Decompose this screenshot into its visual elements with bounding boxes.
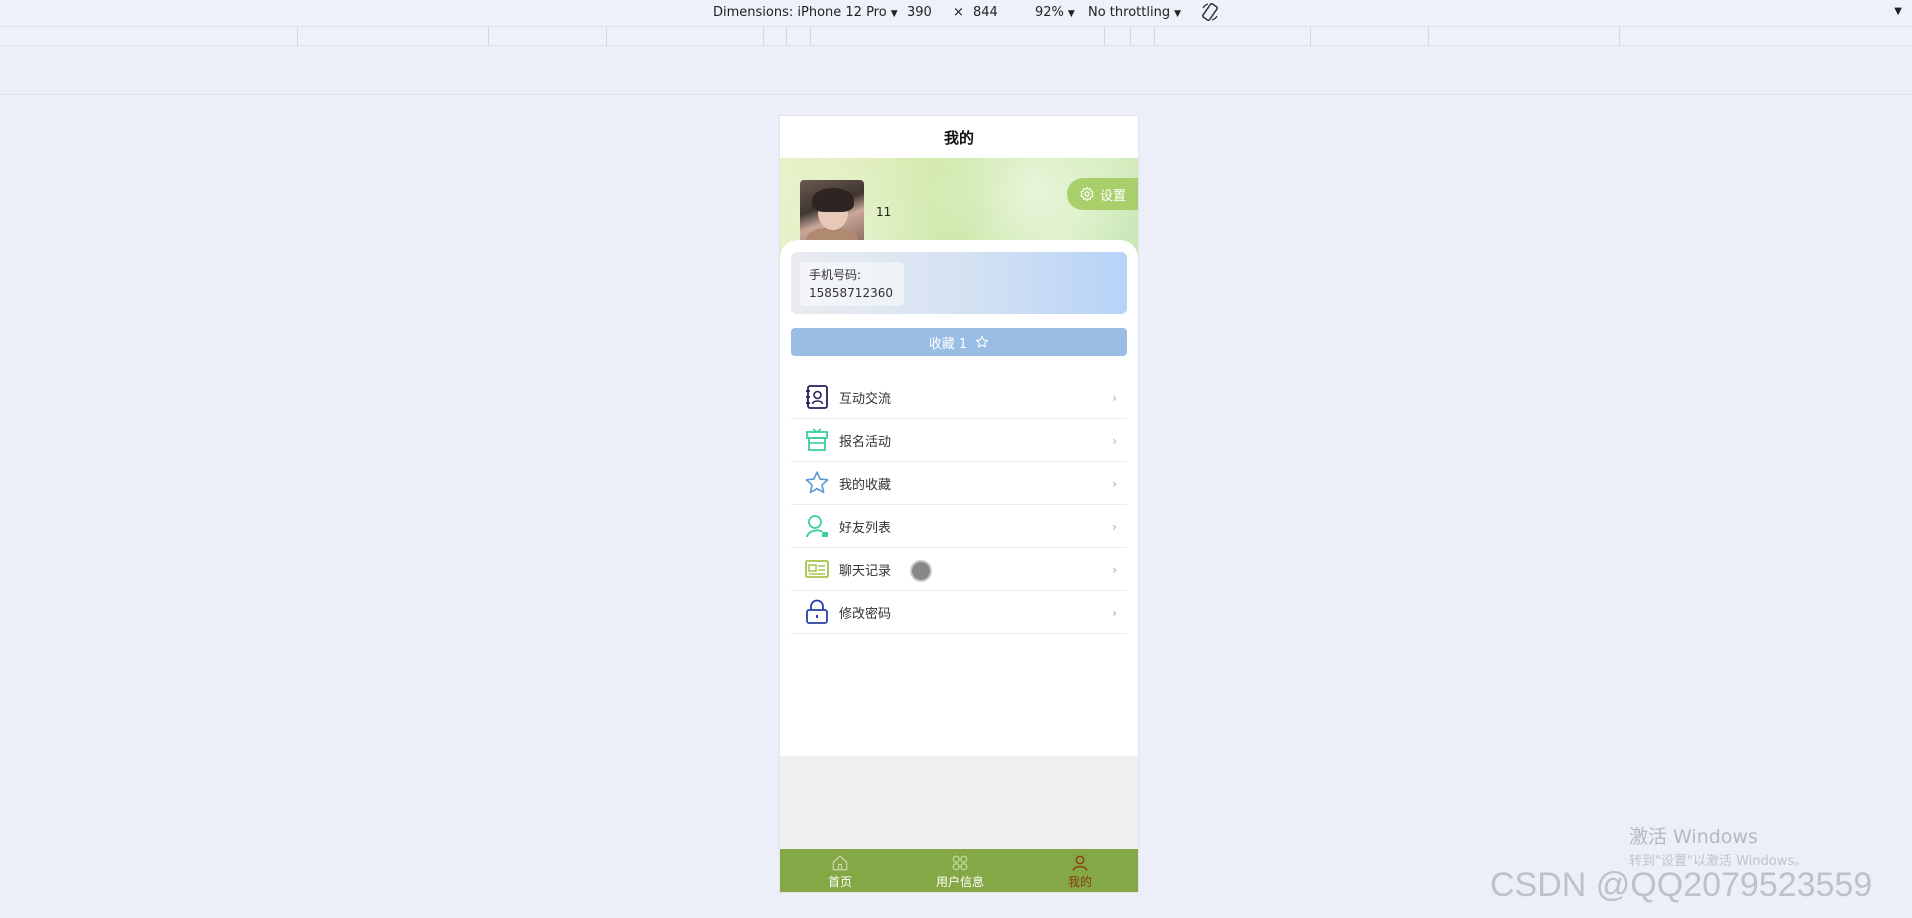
tab-bar: 首页 用户信息 我的 [780,849,1138,892]
menu-item-chat-history[interactable]: 聊天记录 › [791,548,1127,591]
device-ruler-area [0,46,1912,95]
menu-item-change-password[interactable]: 修改密码 › [791,591,1127,634]
throttling-label: No throttling [1088,5,1171,20]
gift-icon [803,426,831,454]
csdn-watermark: CSDN @QQ2079523559 [1490,866,1873,904]
gear-icon [1080,186,1094,202]
tab-mine[interactable]: 我的 [1030,854,1130,890]
person-icon [1072,855,1088,871]
cursor-indicator [910,560,932,582]
settings-button[interactable]: 设置 [1066,178,1138,210]
phone-label: 手机号码: [809,268,862,282]
zoom-label: 92% [1035,5,1064,20]
user-icon [803,512,831,540]
username: 11 [876,205,892,219]
chevron-right-icon: › [1112,391,1117,405]
chevron-right-icon: › [1112,520,1117,534]
more-caret-icon[interactable]: ▼ [1894,6,1902,17]
phone-viewport: 我的 11 设置 手机号码: 15858712360 收藏 1 互动交流 › 报… [779,115,1139,893]
phone-number: 15858712360 [809,286,893,300]
times-symbol: × [953,5,964,20]
chevron-right-icon: › [1112,477,1117,491]
caret-down-icon: ▼ [1174,9,1181,19]
menu-item-label: 互动交流 [839,391,892,407]
menu-item-label: 聊天记录 [839,563,892,579]
home-icon [832,855,848,870]
tab-label: 我的 [1067,874,1092,889]
caret-down-icon: ▼ [890,9,898,19]
throttling-select[interactable]: No throttling ▼ [1088,5,1181,20]
grid-icon [952,855,968,870]
caret-down-icon: ▼ [1067,9,1075,19]
star-icon [803,469,831,497]
tab-label: 用户信息 [935,874,984,889]
phone-card: 手机号码: 15858712360 [791,252,1127,314]
dimensions-label: Dimensions: iPhone 12 Pro [713,5,887,20]
settings-label: 设置 [1099,188,1126,204]
empty-area [780,756,1138,849]
menu-list: 互动交流 › 报名活动 › 我的收藏 › 好友列表 › 聊天记录 › 修改密码 … [791,376,1127,634]
tab-user-info[interactable]: 用户信息 [910,854,1010,890]
chevron-right-icon: › [1112,606,1117,620]
page-title: 我的 [780,116,1138,158]
phone-info: 手机号码: 15858712360 [800,262,904,306]
menu-item-label: 好友列表 [839,520,892,536]
menu-item-label: 报名活动 [839,434,892,450]
main-content: 手机号码: 15858712360 收藏 1 互动交流 › 报名活动 › 我的收… [780,240,1138,760]
contact-book-icon [803,383,831,411]
menu-item-favorites[interactable]: 我的收藏 › [791,462,1127,505]
menu-item-label: 我的收藏 [839,477,892,493]
width-input[interactable]: 390 [907,5,932,20]
avatar[interactable] [800,180,864,244]
tab-label: 首页 [827,874,852,889]
menu-item-activity[interactable]: 报名活动 › [791,419,1127,462]
menu-item-interaction[interactable]: 互动交流 › [791,376,1127,419]
id-card-icon [803,555,831,583]
devtools-toolbar: Dimensions: iPhone 12 Pro ▼ 390 × 844 92%… [0,0,1912,26]
media-query-ruler [0,26,1912,46]
favorites-label: 收藏 1 [928,336,968,352]
tab-home[interactable]: 首页 [790,854,890,890]
favorites-button[interactable]: 收藏 1 [791,328,1127,356]
star-outline-icon [976,335,989,348]
windows-activation-title: 激活 Windows [1629,826,1758,848]
chevron-right-icon: › [1112,563,1117,577]
lock-icon [803,598,831,626]
zoom-select[interactable]: 92% ▼ [1035,5,1075,20]
rotate-icon[interactable] [1200,2,1220,22]
menu-item-label: 修改密码 [839,606,892,622]
height-input[interactable]: 844 [973,5,998,20]
chevron-right-icon: › [1112,434,1117,448]
dimensions-select[interactable]: Dimensions: iPhone 12 Pro ▼ [713,5,898,20]
menu-item-friends[interactable]: 好友列表 › [791,505,1127,548]
